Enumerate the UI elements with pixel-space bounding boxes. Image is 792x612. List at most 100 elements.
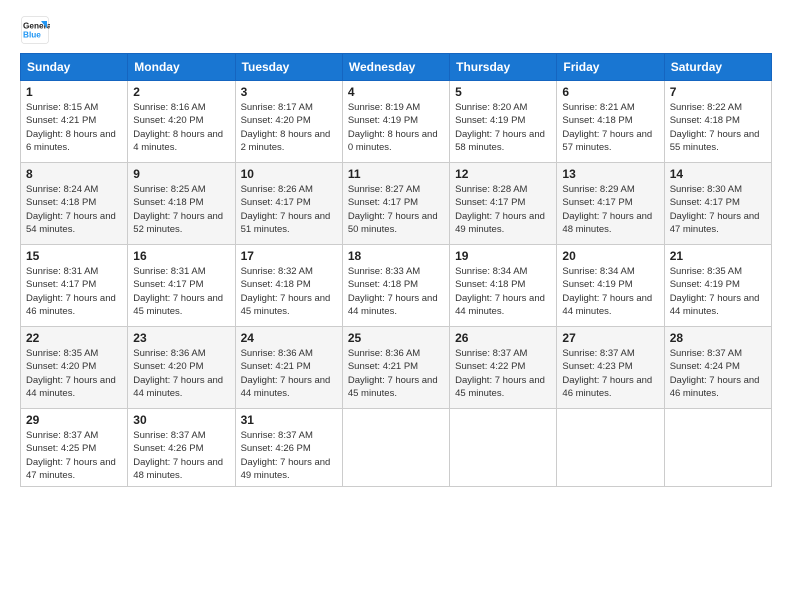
weekday-header-sunday: Sunday xyxy=(21,54,128,81)
calendar-day-cell: 22 Sunrise: 8:35 AMSunset: 4:20 PMDaylig… xyxy=(21,327,128,409)
day-info: Sunrise: 8:37 AMSunset: 4:22 PMDaylight:… xyxy=(455,348,545,399)
day-number: 8 xyxy=(26,167,122,181)
calendar-day-cell: 17 Sunrise: 8:32 AMSunset: 4:18 PMDaylig… xyxy=(235,245,342,327)
calendar-day-cell: 15 Sunrise: 8:31 AMSunset: 4:17 PMDaylig… xyxy=(21,245,128,327)
calendar-day-cell: 23 Sunrise: 8:36 AMSunset: 4:20 PMDaylig… xyxy=(128,327,235,409)
day-number: 25 xyxy=(348,331,444,345)
day-number: 14 xyxy=(670,167,766,181)
day-number: 5 xyxy=(455,85,551,99)
day-number: 3 xyxy=(241,85,337,99)
calendar-day-cell: 18 Sunrise: 8:33 AMSunset: 4:18 PMDaylig… xyxy=(342,245,449,327)
day-info: Sunrise: 8:31 AMSunset: 4:17 PMDaylight:… xyxy=(133,266,223,317)
weekday-header-saturday: Saturday xyxy=(664,54,771,81)
calendar-week-row: 29 Sunrise: 8:37 AMSunset: 4:25 PMDaylig… xyxy=(21,409,772,487)
calendar-day-cell: 7 Sunrise: 8:22 AMSunset: 4:18 PMDayligh… xyxy=(664,81,771,163)
calendar-day-cell xyxy=(450,409,557,487)
weekday-header-wednesday: Wednesday xyxy=(342,54,449,81)
weekday-header-monday: Monday xyxy=(128,54,235,81)
day-number: 23 xyxy=(133,331,229,345)
day-info: Sunrise: 8:37 AMSunset: 4:25 PMDaylight:… xyxy=(26,430,116,481)
day-info: Sunrise: 8:37 AMSunset: 4:26 PMDaylight:… xyxy=(241,430,331,481)
day-info: Sunrise: 8:21 AMSunset: 4:18 PMDaylight:… xyxy=(562,102,652,153)
calendar-day-cell xyxy=(342,409,449,487)
day-info: Sunrise: 8:16 AMSunset: 4:20 PMDaylight:… xyxy=(133,102,223,153)
day-info: Sunrise: 8:17 AMSunset: 4:20 PMDaylight:… xyxy=(241,102,331,153)
day-info: Sunrise: 8:34 AMSunset: 4:19 PMDaylight:… xyxy=(562,266,652,317)
day-info: Sunrise: 8:26 AMSunset: 4:17 PMDaylight:… xyxy=(241,184,331,235)
day-number: 1 xyxy=(26,85,122,99)
day-number: 30 xyxy=(133,413,229,427)
calendar-day-cell: 3 Sunrise: 8:17 AMSunset: 4:20 PMDayligh… xyxy=(235,81,342,163)
calendar-week-row: 22 Sunrise: 8:35 AMSunset: 4:20 PMDaylig… xyxy=(21,327,772,409)
calendar-day-cell: 9 Sunrise: 8:25 AMSunset: 4:18 PMDayligh… xyxy=(128,163,235,245)
day-info: Sunrise: 8:36 AMSunset: 4:21 PMDaylight:… xyxy=(241,348,331,399)
day-info: Sunrise: 8:37 AMSunset: 4:26 PMDaylight:… xyxy=(133,430,223,481)
day-number: 4 xyxy=(348,85,444,99)
day-number: 24 xyxy=(241,331,337,345)
calendar-day-cell xyxy=(664,409,771,487)
calendar-table: SundayMondayTuesdayWednesdayThursdayFrid… xyxy=(20,53,772,487)
day-info: Sunrise: 8:37 AMSunset: 4:23 PMDaylight:… xyxy=(562,348,652,399)
calendar-day-cell xyxy=(557,409,664,487)
calendar-week-row: 8 Sunrise: 8:24 AMSunset: 4:18 PMDayligh… xyxy=(21,163,772,245)
day-number: 7 xyxy=(670,85,766,99)
svg-text:Blue: Blue xyxy=(23,31,41,40)
day-info: Sunrise: 8:22 AMSunset: 4:18 PMDaylight:… xyxy=(670,102,760,153)
day-number: 26 xyxy=(455,331,551,345)
calendar-day-cell: 24 Sunrise: 8:36 AMSunset: 4:21 PMDaylig… xyxy=(235,327,342,409)
day-info: Sunrise: 8:15 AMSunset: 4:21 PMDaylight:… xyxy=(26,102,116,153)
calendar-day-cell: 16 Sunrise: 8:31 AMSunset: 4:17 PMDaylig… xyxy=(128,245,235,327)
calendar-day-cell: 5 Sunrise: 8:20 AMSunset: 4:19 PMDayligh… xyxy=(450,81,557,163)
day-info: Sunrise: 8:32 AMSunset: 4:18 PMDaylight:… xyxy=(241,266,331,317)
calendar-day-cell: 25 Sunrise: 8:36 AMSunset: 4:21 PMDaylig… xyxy=(342,327,449,409)
calendar-day-cell: 6 Sunrise: 8:21 AMSunset: 4:18 PMDayligh… xyxy=(557,81,664,163)
day-number: 10 xyxy=(241,167,337,181)
calendar-day-cell: 20 Sunrise: 8:34 AMSunset: 4:19 PMDaylig… xyxy=(557,245,664,327)
day-number: 2 xyxy=(133,85,229,99)
day-info: Sunrise: 8:29 AMSunset: 4:17 PMDaylight:… xyxy=(562,184,652,235)
calendar-day-cell: 19 Sunrise: 8:34 AMSunset: 4:18 PMDaylig… xyxy=(450,245,557,327)
calendar-day-cell: 28 Sunrise: 8:37 AMSunset: 4:24 PMDaylig… xyxy=(664,327,771,409)
day-number: 18 xyxy=(348,249,444,263)
day-info: Sunrise: 8:30 AMSunset: 4:17 PMDaylight:… xyxy=(670,184,760,235)
day-number: 29 xyxy=(26,413,122,427)
logo: General Blue xyxy=(20,15,50,45)
weekday-header-thursday: Thursday xyxy=(450,54,557,81)
weekday-header-tuesday: Tuesday xyxy=(235,54,342,81)
day-info: Sunrise: 8:36 AMSunset: 4:20 PMDaylight:… xyxy=(133,348,223,399)
day-number: 27 xyxy=(562,331,658,345)
calendar-day-cell: 8 Sunrise: 8:24 AMSunset: 4:18 PMDayligh… xyxy=(21,163,128,245)
calendar-day-cell: 4 Sunrise: 8:19 AMSunset: 4:19 PMDayligh… xyxy=(342,81,449,163)
day-number: 20 xyxy=(562,249,658,263)
day-number: 6 xyxy=(562,85,658,99)
logo-icon: General Blue xyxy=(20,15,50,45)
day-number: 13 xyxy=(562,167,658,181)
calendar-day-cell: 14 Sunrise: 8:30 AMSunset: 4:17 PMDaylig… xyxy=(664,163,771,245)
day-info: Sunrise: 8:24 AMSunset: 4:18 PMDaylight:… xyxy=(26,184,116,235)
calendar-week-row: 15 Sunrise: 8:31 AMSunset: 4:17 PMDaylig… xyxy=(21,245,772,327)
day-number: 16 xyxy=(133,249,229,263)
weekday-header-row: SundayMondayTuesdayWednesdayThursdayFrid… xyxy=(21,54,772,81)
day-number: 17 xyxy=(241,249,337,263)
calendar-day-cell: 13 Sunrise: 8:29 AMSunset: 4:17 PMDaylig… xyxy=(557,163,664,245)
day-number: 28 xyxy=(670,331,766,345)
day-info: Sunrise: 8:33 AMSunset: 4:18 PMDaylight:… xyxy=(348,266,438,317)
calendar-day-cell: 29 Sunrise: 8:37 AMSunset: 4:25 PMDaylig… xyxy=(21,409,128,487)
day-number: 21 xyxy=(670,249,766,263)
day-info: Sunrise: 8:25 AMSunset: 4:18 PMDaylight:… xyxy=(133,184,223,235)
calendar-day-cell: 1 Sunrise: 8:15 AMSunset: 4:21 PMDayligh… xyxy=(21,81,128,163)
day-info: Sunrise: 8:35 AMSunset: 4:19 PMDaylight:… xyxy=(670,266,760,317)
day-info: Sunrise: 8:31 AMSunset: 4:17 PMDaylight:… xyxy=(26,266,116,317)
weekday-header-friday: Friday xyxy=(557,54,664,81)
day-info: Sunrise: 8:35 AMSunset: 4:20 PMDaylight:… xyxy=(26,348,116,399)
calendar-day-cell: 11 Sunrise: 8:27 AMSunset: 4:17 PMDaylig… xyxy=(342,163,449,245)
day-number: 9 xyxy=(133,167,229,181)
calendar-week-row: 1 Sunrise: 8:15 AMSunset: 4:21 PMDayligh… xyxy=(21,81,772,163)
calendar-day-cell: 30 Sunrise: 8:37 AMSunset: 4:26 PMDaylig… xyxy=(128,409,235,487)
day-info: Sunrise: 8:20 AMSunset: 4:19 PMDaylight:… xyxy=(455,102,545,153)
header: General Blue xyxy=(20,15,772,45)
day-info: Sunrise: 8:37 AMSunset: 4:24 PMDaylight:… xyxy=(670,348,760,399)
day-info: Sunrise: 8:36 AMSunset: 4:21 PMDaylight:… xyxy=(348,348,438,399)
day-number: 19 xyxy=(455,249,551,263)
day-number: 15 xyxy=(26,249,122,263)
